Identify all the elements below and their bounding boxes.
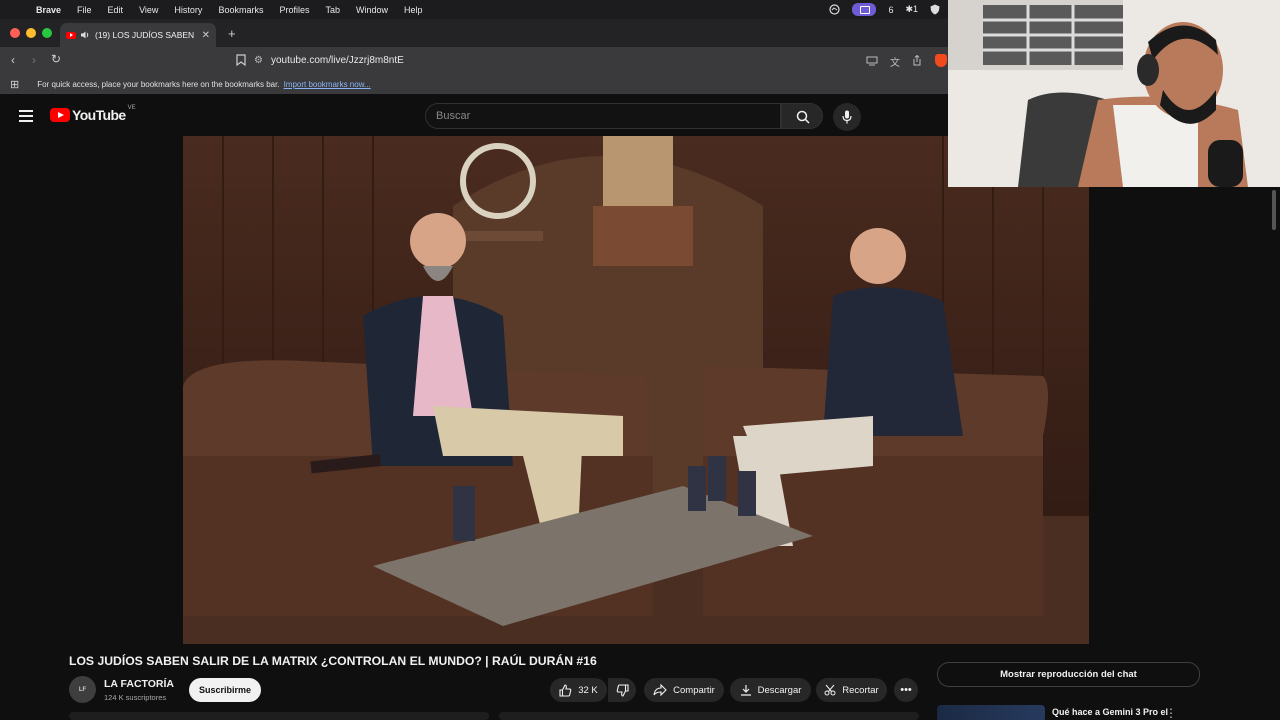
new-tab-button[interactable]: + [228, 26, 236, 41]
scissors-icon [824, 684, 836, 696]
share-button[interactable]: Compartir [644, 678, 724, 702]
zoom-window-button[interactable] [42, 28, 52, 38]
site-settings-icon[interactable]: ⚙ [254, 55, 263, 66]
webcam-frame [948, 0, 1280, 187]
search-input[interactable]: Buscar [425, 103, 781, 129]
youtube-logo[interactable]: YouTube VE [50, 105, 136, 123]
microphone-icon [842, 110, 852, 124]
subscribe-button[interactable]: Suscribirme [189, 678, 261, 702]
import-bookmarks-link[interactable]: Import bookmarks now... [284, 80, 371, 89]
bookmark-icon[interactable] [236, 54, 246, 66]
more-actions-button[interactable]: ••• [894, 678, 918, 702]
more-horizontal-icon: ••• [900, 684, 912, 696]
forward-arrow-icon[interactable]: › [32, 53, 36, 67]
browser-tab-active[interactable]: (19) LOS JUDÍOS SABEN SA ✕ [60, 23, 216, 47]
close-window-button[interactable] [10, 28, 20, 38]
reload-icon[interactable]: ↻ [51, 52, 61, 66]
region-code: VE [127, 105, 136, 111]
share-arrow-icon [653, 684, 667, 696]
related-title[interactable]: Qué hace a Gemini 3 Pro el [1052, 707, 1168, 717]
share-icon[interactable] [912, 55, 922, 66]
menu-view[interactable]: View [139, 5, 158, 15]
menu-icon[interactable] [19, 110, 33, 125]
status-star[interactable]: ✱1 [905, 4, 918, 15]
apps-grid-icon[interactable]: ⊞ [10, 78, 19, 91]
tab-close-icon[interactable]: ✕ [202, 30, 210, 41]
webcam-overlay [948, 0, 1280, 187]
url-text[interactable]: youtube.com/live/Jzzrj8m8ntE [271, 55, 404, 66]
status-area: 6 ✱1 [829, 0, 940, 19]
bookmarks-bar: ⊞ For quick access, place your bookmarks… [0, 74, 948, 94]
youtube-play-icon [50, 108, 70, 122]
video-frame [183, 136, 1089, 644]
kebab-menu-icon[interactable]: ⋮ [1165, 706, 1177, 720]
status-circle-icon[interactable] [829, 4, 841, 15]
like-count: 32 K [578, 684, 598, 696]
channel-avatar[interactable]: LF [69, 676, 96, 703]
youtube-wordmark: YouTube [72, 107, 126, 123]
youtube-favicon-icon [66, 31, 76, 39]
bookmarks-hint: For quick access, place your bookmarks h… [37, 79, 280, 89]
tab-title: (19) LOS JUDÍOS SABEN SA [95, 30, 197, 40]
browser-toolbar: ‹ › ↻ ⚙ youtube.com/live/Jzzrj8m8ntE 文 [0, 47, 948, 74]
clip-label: Recortar [842, 684, 879, 696]
search-icon [796, 110, 810, 124]
speaker-icon[interactable] [81, 31, 90, 39]
dislike-button[interactable] [608, 678, 636, 702]
menu-history[interactable]: History [174, 5, 202, 15]
youtube-header: YouTube VE Buscar [0, 96, 948, 136]
show-chat-replay-button[interactable]: Mostrar reproducción del chat [937, 662, 1200, 687]
download-button[interactable]: Descargar [730, 678, 811, 702]
brave-shields-icon[interactable] [935, 54, 947, 67]
video-player[interactable] [183, 136, 1089, 644]
translate-icon[interactable]: 文 [890, 54, 900, 69]
search-placeholder: Buscar [436, 110, 471, 122]
related-thumbnail[interactable] [937, 705, 1045, 720]
status-number[interactable]: 6 [888, 5, 893, 15]
menu-profiles[interactable]: Profiles [279, 5, 309, 15]
download-label: Descargar [757, 684, 802, 696]
thumbs-down-icon [616, 683, 629, 697]
subscriber-count: 124 K suscriptores [104, 693, 167, 702]
related-video-item[interactable]: Qué hace a Gemini 3 Pro el ⋮ [937, 703, 1272, 720]
search-button[interactable] [781, 103, 823, 129]
share-label: Compartir [673, 684, 715, 696]
vpn-shield-icon[interactable] [930, 4, 940, 15]
address-bar[interactable]: ⚙ youtube.com/live/Jzzrj8m8ntE [254, 50, 854, 71]
menu-app-name[interactable]: Brave [36, 5, 61, 15]
menu-window[interactable]: Window [356, 5, 388, 15]
browser-tab-strip: (19) LOS JUDÍOS SABEN SA ✕ + [0, 19, 948, 47]
download-icon [740, 685, 751, 696]
thumbs-up-icon [559, 683, 572, 697]
menu-file[interactable]: File [77, 5, 92, 15]
page-scrollbar[interactable] [1272, 190, 1276, 230]
voice-search-button[interactable] [833, 103, 861, 131]
video-title: LOS JUDÍOS SABEN SALIR DE LA MATRIX ¿CON… [69, 654, 597, 668]
like-button[interactable]: 32 K [550, 678, 607, 702]
channel-name[interactable]: LA FACTORÍA [104, 678, 174, 690]
menu-help[interactable]: Help [404, 5, 423, 15]
back-arrow-icon[interactable]: ‹ [11, 53, 15, 67]
clip-button[interactable]: Recortar [816, 678, 887, 702]
menu-edit[interactable]: Edit [108, 5, 124, 15]
cast-icon[interactable] [866, 56, 878, 66]
minimize-window-button[interactable] [26, 28, 36, 38]
description-box-edge [69, 712, 489, 720]
menu-tab[interactable]: Tab [325, 5, 340, 15]
menu-bookmarks[interactable]: Bookmarks [218, 5, 263, 15]
comments-box-edge [499, 712, 919, 720]
screen-mirroring-icon[interactable] [852, 3, 877, 16]
